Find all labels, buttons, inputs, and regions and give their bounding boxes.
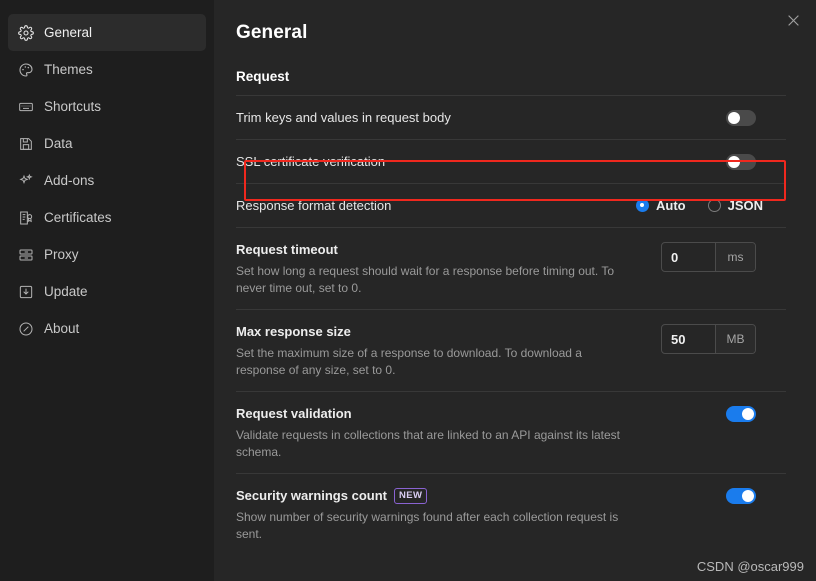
sidebar-item-label: Themes [44, 62, 93, 77]
sidebar-item-shortcuts[interactable]: Shortcuts [8, 88, 206, 125]
setting-description: Set how long a request should wait for a… [236, 264, 615, 295]
request-timeout-unit: ms [715, 243, 755, 271]
setting-row-ssl-verification: SSL certificate verification [236, 139, 786, 183]
sidebar-item-general[interactable]: General [8, 14, 206, 51]
sidebar-item-proxy[interactable]: Proxy [8, 236, 206, 273]
settings-sidebar: General Themes Shortcuts Data Add-ons Ce… [0, 0, 214, 581]
setting-row-request-timeout: Request timeout Set how long a request s… [236, 227, 786, 309]
section-heading: Request [236, 69, 290, 84]
page-title: General [236, 22, 308, 43]
request-timeout-field[interactable]: ms [661, 242, 756, 272]
palette-icon [18, 62, 34, 78]
setting-description: Set the maximum size of a response to do… [236, 346, 582, 377]
setting-text: Request validation Validate requests in … [236, 405, 636, 460]
setting-label: Response format detection [236, 198, 392, 213]
setting-text: Security warnings count NEW Show number … [236, 487, 636, 542]
setting-row-request-validation: Request validation Validate requests in … [236, 391, 786, 473]
sidebar-item-label: Proxy [44, 247, 79, 262]
setting-control: ms [636, 241, 756, 272]
gear-icon [18, 24, 34, 41]
sidebar-item-label: Data [44, 136, 73, 151]
sidebar-item-label: Update [44, 284, 88, 299]
radio-label: JSON [727, 198, 764, 213]
setting-control [636, 153, 756, 170]
setting-text: Max response size Set the maximum size o… [236, 323, 636, 378]
sidebar-item-label: Shortcuts [44, 99, 102, 114]
sidebar-item-update[interactable]: Update [8, 273, 206, 310]
setting-description: Validate requests in collections that ar… [236, 428, 620, 459]
certificate-icon [18, 210, 34, 226]
setting-control: MB [636, 323, 756, 354]
setting-label: Max response size [236, 324, 351, 339]
setting-text: SSL certificate verification [236, 153, 636, 170]
toggle-request-validation[interactable] [726, 406, 756, 422]
setting-row-max-response-size: Max response size Set the maximum size o… [236, 309, 786, 391]
radio-dot-icon [636, 199, 649, 212]
setting-row-trim-keys: Trim keys and values in request body [236, 95, 786, 139]
toggle-ssl-verification[interactable] [726, 154, 756, 170]
download-icon [18, 284, 34, 300]
radio-label: Auto [656, 198, 686, 213]
radio-option-auto[interactable]: Auto [636, 198, 686, 213]
setting-label: SSL certificate verification [236, 154, 386, 169]
request-timeout-input[interactable] [662, 243, 715, 271]
setting-label: Security warnings count [236, 488, 387, 503]
setting-label-wrap: Security warnings count NEW [236, 487, 620, 504]
sidebar-item-label: Add-ons [44, 173, 95, 188]
radio-option-json[interactable]: JSON [707, 198, 764, 213]
radio-group-response-format: Auto JSON [636, 198, 763, 213]
sidebar-item-about[interactable]: About [8, 310, 206, 347]
setting-control: Auto JSON [636, 197, 763, 213]
new-badge: NEW [393, 487, 428, 504]
info-icon [18, 321, 34, 337]
settings-rows: Trim keys and values in request body SSL… [236, 95, 786, 555]
settings-window: General Themes Shortcuts Data Add-ons Ce… [0, 0, 816, 581]
setting-control [636, 487, 756, 504]
sidebar-item-label: Certificates [44, 210, 112, 225]
setting-label: Request timeout [236, 242, 338, 257]
toggle-trim-keys[interactable] [726, 110, 756, 126]
max-response-size-unit: MB [715, 325, 755, 353]
sidebar-item-themes[interactable]: Themes [8, 51, 206, 88]
sparkles-icon [18, 173, 34, 189]
setting-control [636, 405, 756, 422]
sidebar-item-data[interactable]: Data [8, 125, 206, 162]
sidebar-item-add-ons[interactable]: Add-ons [8, 162, 206, 199]
close-icon[interactable] [780, 7, 806, 33]
setting-label: Trim keys and values in request body [236, 110, 451, 125]
radio-dot-icon [707, 199, 721, 212]
sidebar-item-label: General [44, 25, 93, 40]
setting-row-security-warnings-count: Security warnings count NEW Show number … [236, 473, 786, 555]
settings-main-panel: General Request Trim keys and values in … [214, 0, 816, 581]
save-disk-icon [18, 136, 34, 152]
setting-row-response-format: Response format detection Auto JSON [236, 183, 786, 227]
max-response-size-input[interactable] [662, 325, 715, 353]
setting-text: Response format detection [236, 197, 636, 214]
server-icon [18, 247, 34, 263]
watermark-text: CSDN @oscar999 [696, 559, 804, 574]
setting-label: Request validation [236, 406, 352, 421]
setting-text: Trim keys and values in request body [236, 109, 636, 126]
sidebar-item-certificates[interactable]: Certificates [8, 199, 206, 236]
sidebar-item-label: About [44, 321, 80, 336]
setting-text: Request timeout Set how long a request s… [236, 241, 636, 296]
keyboard-icon [18, 99, 34, 115]
setting-control [636, 109, 756, 126]
max-response-size-field[interactable]: MB [661, 324, 756, 354]
toggle-security-warnings-count[interactable] [726, 488, 756, 504]
setting-description: Show number of security warnings found a… [236, 510, 619, 541]
